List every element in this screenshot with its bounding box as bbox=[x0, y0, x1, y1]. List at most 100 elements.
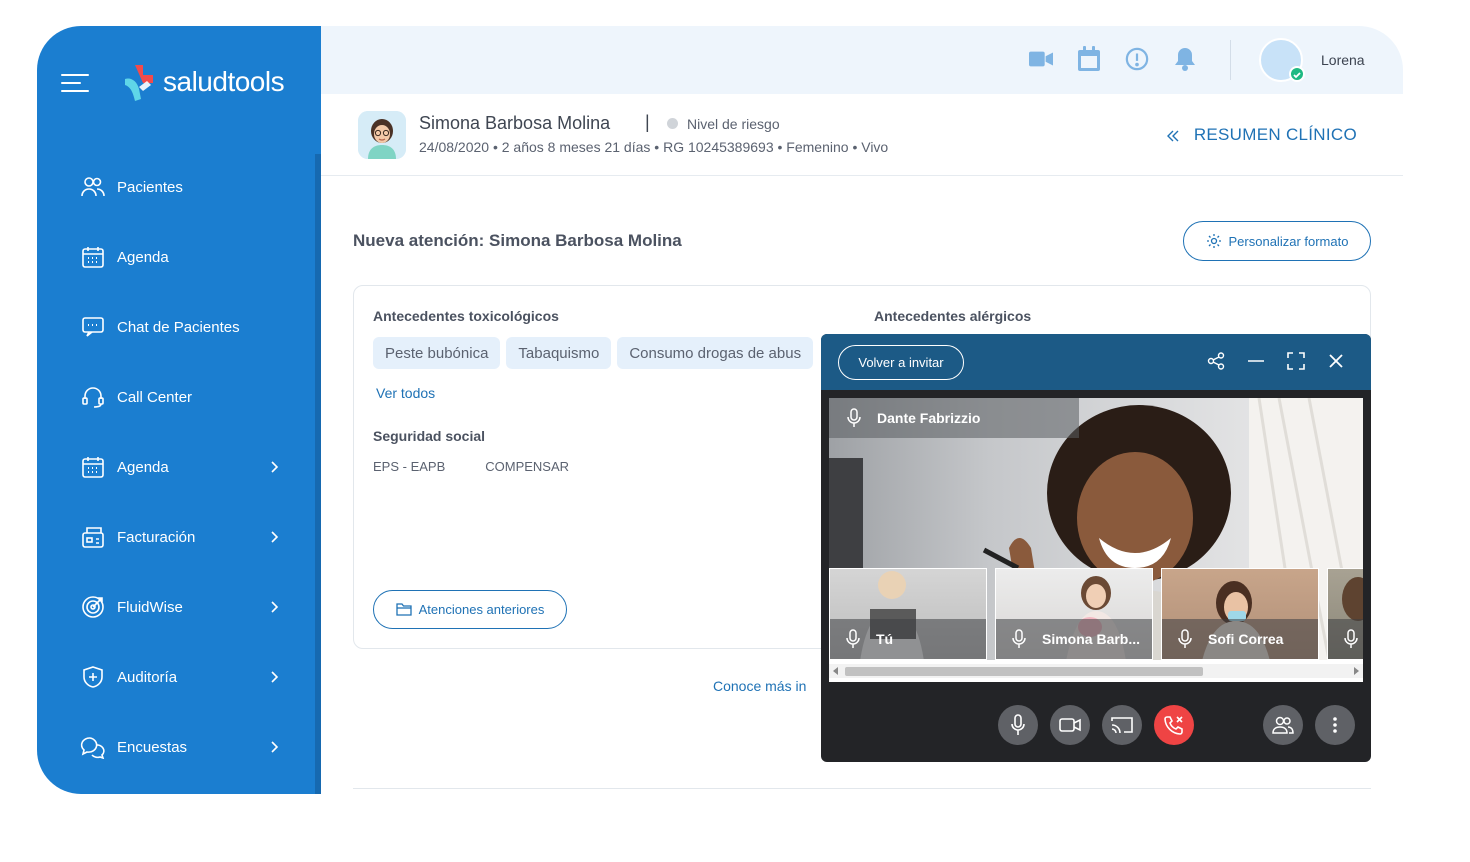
seguridad-social-title: Seguridad social bbox=[373, 428, 486, 444]
chevron-right-icon bbox=[269, 599, 279, 615]
sidebar-item-chat-pacientes[interactable]: Chat de Pacientes bbox=[37, 292, 315, 362]
close-icon[interactable] bbox=[1327, 352, 1345, 370]
learn-more-link[interactable]: Conoce más in bbox=[713, 678, 806, 694]
microphone-icon bbox=[1178, 629, 1192, 649]
sidebar-item-label: Encuestas bbox=[117, 738, 188, 756]
calendar-icon[interactable] bbox=[1077, 46, 1101, 72]
menu-icon[interactable] bbox=[61, 74, 89, 92]
video-call-controls bbox=[821, 690, 1371, 762]
video-call-panel: Volver a invitar Dante Fabrizzio Tú Simo… bbox=[821, 334, 1371, 762]
customize-format-button[interactable]: Personalizar formato bbox=[1183, 221, 1371, 261]
sidebar-item-label: Agenda bbox=[117, 458, 169, 476]
microphone-icon bbox=[846, 629, 860, 649]
target-icon bbox=[80, 594, 106, 620]
sidebar-item-label: Chat de Pacientes bbox=[117, 318, 240, 336]
sidebar-item-fluidwise[interactable]: FluidWise bbox=[37, 572, 315, 642]
user-name[interactable]: Lorena bbox=[1321, 52, 1365, 68]
video-camera-icon[interactable] bbox=[1029, 46, 1053, 72]
online-status-icon bbox=[1289, 66, 1305, 82]
minimize-icon[interactable] bbox=[1247, 352, 1265, 370]
chip[interactable]: Consumo drogas de abus bbox=[617, 337, 814, 369]
sidebar-item-call-center[interactable]: Call Center bbox=[37, 362, 315, 432]
camera-button[interactable] bbox=[1050, 705, 1090, 745]
sidebar-item-label: Facturación bbox=[117, 528, 196, 546]
sidebar-item-label: Auditoría bbox=[117, 668, 178, 686]
previous-attentions-label: Atenciones anteriores bbox=[418, 602, 545, 617]
seguridad-social-values: EPS - EAPB COMPENSAR bbox=[373, 459, 569, 474]
participant-tile[interactable] bbox=[1327, 568, 1363, 660]
scrollbar-thumb[interactable] bbox=[845, 667, 1203, 676]
toxicologicos-chips: Peste bubónica Tabaquismo Consumo drogas… bbox=[373, 337, 814, 369]
clinical-summary-link[interactable]: RESUMEN CLÍNICO bbox=[1166, 125, 1357, 145]
thumbnails-scrollbar[interactable] bbox=[829, 664, 1363, 678]
participant-name: Simona Barb... bbox=[1042, 631, 1141, 647]
end-call-icon bbox=[1164, 716, 1183, 735]
risk-level-label: Nivel de riesgo bbox=[687, 116, 780, 132]
patient-header: Simona Barbosa Molina | Nivel de riesgo … bbox=[321, 94, 1403, 176]
alert-icon[interactable] bbox=[1125, 46, 1149, 72]
sidebar-item-encuestas[interactable]: Encuestas bbox=[37, 712, 315, 782]
page-title: Nueva atención: Simona Barbosa Molina bbox=[353, 231, 682, 250]
sidebar-item-auditoria[interactable]: Auditoría bbox=[37, 642, 315, 712]
folder-icon bbox=[395, 602, 412, 618]
brand-logo[interactable]: saludtools bbox=[121, 61, 285, 103]
microphone-icon bbox=[847, 408, 861, 428]
sidebar-item-label: Call Center bbox=[117, 388, 193, 406]
see-all-link[interactable]: Ver todos bbox=[376, 385, 435, 401]
microphone-button[interactable] bbox=[998, 705, 1038, 745]
participant-name: Tú bbox=[876, 631, 894, 647]
chevron-right-icon bbox=[269, 669, 279, 685]
video-stage: Dante Fabrizzio Tú Simona Barb... Sofi C… bbox=[829, 398, 1363, 682]
toxicologicos-title: Antecedentes toxicológicos bbox=[373, 308, 559, 324]
sidebar-item-pacientes[interactable]: Pacientes bbox=[37, 152, 315, 222]
fullscreen-icon[interactable] bbox=[1287, 352, 1305, 370]
reinvite-button[interactable]: Volver a invitar bbox=[838, 345, 964, 380]
chip[interactable]: Tabaquismo bbox=[506, 337, 612, 369]
topbar-divider bbox=[1230, 40, 1231, 80]
risk-level-indicator bbox=[667, 118, 678, 129]
screen-share-icon bbox=[1111, 717, 1133, 734]
main-speaker-label: Dante Fabrizzio bbox=[829, 398, 1079, 438]
sidebar-item-agenda-group[interactable]: Agenda bbox=[37, 432, 315, 502]
headset-icon bbox=[80, 384, 106, 410]
participants-button[interactable] bbox=[1263, 705, 1303, 745]
more-vertical-icon bbox=[1333, 717, 1337, 733]
bell-icon[interactable] bbox=[1173, 46, 1197, 72]
participant-tile[interactable]: Sofi Correa bbox=[1161, 568, 1319, 660]
chevron-right-icon bbox=[269, 739, 279, 755]
share-icon[interactable] bbox=[1207, 352, 1225, 370]
participant-tile[interactable]: Tú bbox=[829, 568, 987, 660]
sidebar-item-facturacion[interactable]: Facturación bbox=[37, 502, 315, 572]
topbar-icons bbox=[1029, 46, 1197, 72]
user-avatar[interactable] bbox=[1259, 38, 1305, 82]
sidebar-item-label: FluidWise bbox=[117, 598, 183, 616]
sidebar: saludtools Pacientes Agenda Chat de Paci… bbox=[37, 26, 321, 794]
survey-chat-icon bbox=[80, 734, 106, 760]
end-call-button[interactable] bbox=[1154, 705, 1194, 745]
alergicos-title: Antecedentes alérgicos bbox=[874, 308, 1032, 324]
saludtools-logo-icon bbox=[121, 61, 159, 103]
chat-icon bbox=[80, 314, 106, 340]
sidebar-item-label: Agenda bbox=[117, 248, 169, 266]
eps-value: COMPENSAR bbox=[485, 459, 570, 474]
scroll-left-icon[interactable] bbox=[833, 667, 839, 675]
sidebar-item-agenda[interactable]: Agenda bbox=[37, 222, 315, 292]
patient-avatar bbox=[358, 111, 406, 159]
sidebar-scrollbar[interactable] bbox=[315, 154, 321, 794]
screen-share-button[interactable] bbox=[1102, 705, 1142, 745]
participants-icon bbox=[1272, 716, 1294, 734]
customize-format-label: Personalizar formato bbox=[1228, 233, 1349, 249]
previous-attentions-button[interactable]: Atenciones anteriores bbox=[373, 590, 567, 629]
app-frame: saludtools Pacientes Agenda Chat de Paci… bbox=[37, 26, 1403, 794]
chip[interactable]: Peste bubónica bbox=[373, 337, 501, 369]
participant-tile[interactable]: Simona Barb... bbox=[995, 568, 1153, 660]
chevron-right-icon bbox=[269, 529, 279, 545]
scroll-right-icon[interactable] bbox=[1353, 667, 1359, 675]
participant-label: Sofi Correa bbox=[1162, 619, 1318, 659]
more-options-button[interactable] bbox=[1315, 705, 1355, 745]
participant-label: Simona Barb... bbox=[996, 619, 1152, 659]
chevron-right-icon bbox=[269, 459, 279, 475]
video-call-window-controls bbox=[1207, 352, 1345, 370]
brand-name: saludtools bbox=[163, 66, 285, 97]
patient-separator: | bbox=[645, 112, 650, 132]
